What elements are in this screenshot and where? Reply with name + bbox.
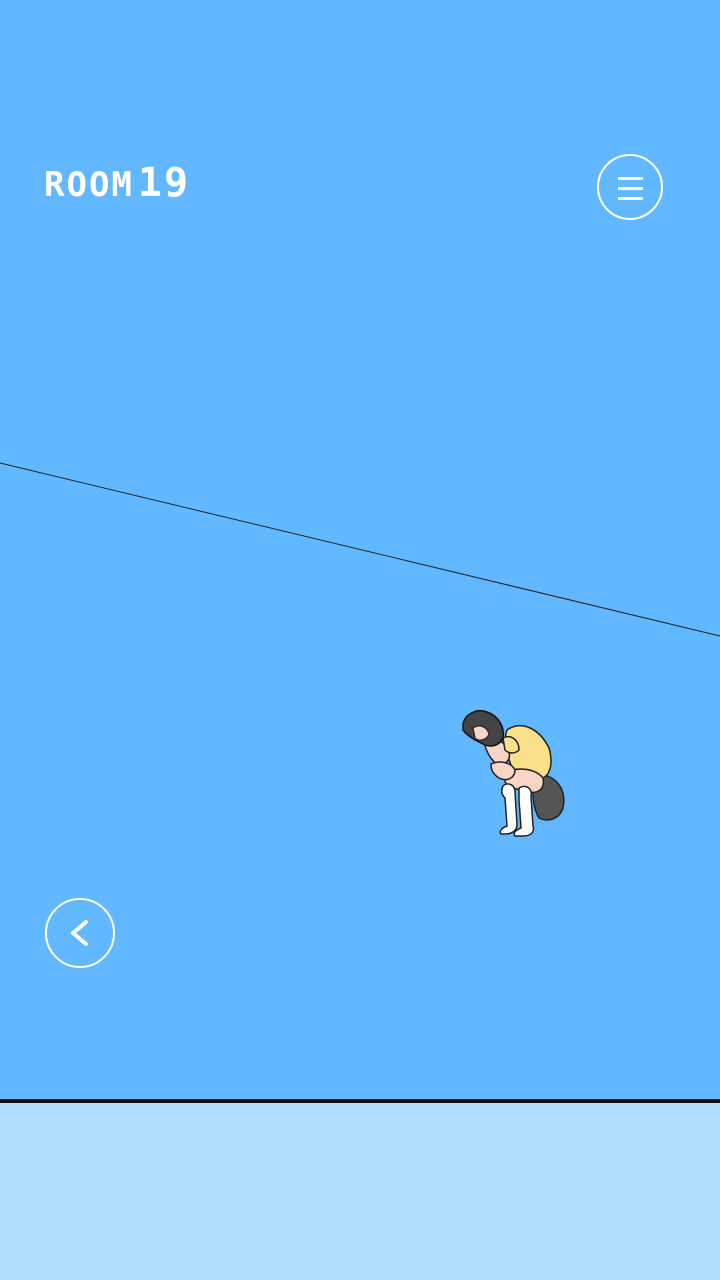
room-title: ROOM 19 (44, 158, 190, 210)
room-number: 19 (137, 160, 191, 206)
room-label: ROOM (44, 165, 134, 205)
crouching-girl-character[interactable] (455, 708, 570, 840)
bottom-panel (0, 1103, 720, 1280)
game-scene: ROOM 19 (0, 0, 720, 1100)
menu-button[interactable] (597, 154, 663, 220)
back-button[interactable] (45, 898, 115, 968)
chevron-left-icon (71, 920, 88, 946)
